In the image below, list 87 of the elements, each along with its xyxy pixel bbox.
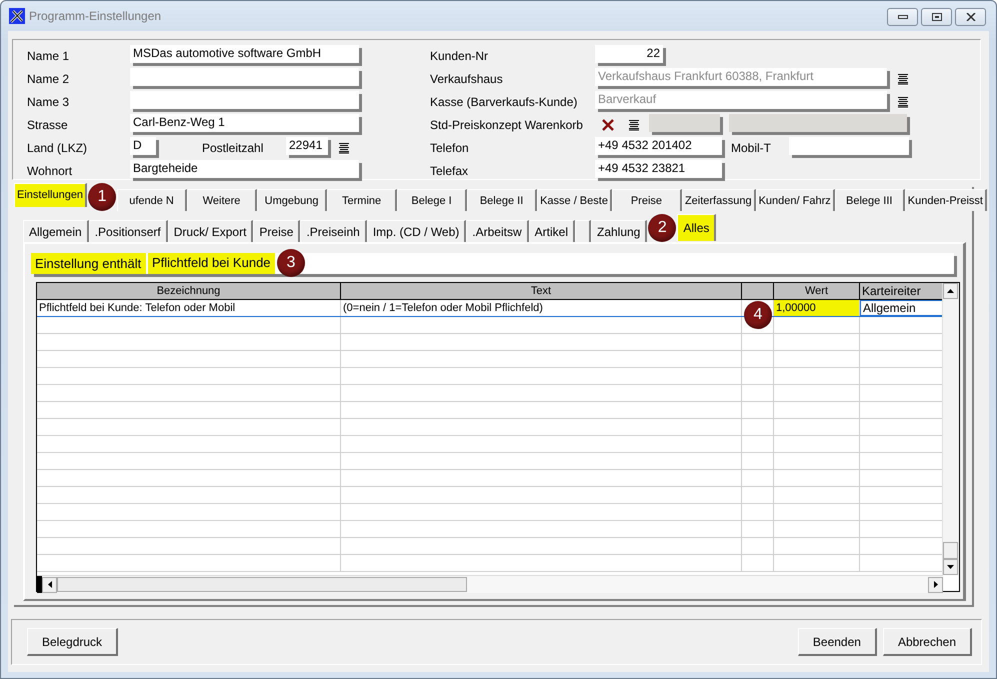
tab[interactable]: Kunden-Preisst (904, 189, 987, 211)
list-icon[interactable] (897, 96, 909, 108)
tab[interactable]: Preise (612, 189, 682, 211)
field-label: Std-Preiskonzept Warenkorb (430, 118, 584, 132)
restore-icon (932, 13, 942, 21)
list-icon[interactable] (338, 142, 350, 154)
tab[interactable]: .Positionserf (88, 220, 168, 242)
minimize-icon (898, 15, 908, 19)
input-field[interactable]: +49 4532 201402 (595, 137, 722, 155)
dialog-button[interactable]: Abbrechen (882, 628, 972, 656)
column-header[interactable]: Bezeichnung (37, 283, 341, 299)
tab[interactable]: Weitere (187, 189, 258, 211)
field-label: Telefon (430, 140, 470, 154)
dialog-button[interactable]: Beenden (798, 628, 877, 656)
field-label: Telefax (430, 164, 470, 178)
input-field[interactable] (729, 114, 907, 132)
input-field[interactable]: Bargteheide (130, 160, 359, 178)
input-field[interactable]: MSDas automotive software GmbH (130, 45, 359, 63)
field-label: Kunden-Nr (430, 48, 490, 62)
tab[interactable]: Einstellungen (14, 183, 88, 207)
tab[interactable]: Allgemein (23, 220, 89, 242)
tools-icon (9, 8, 25, 24)
vertical-scrollbar[interactable] (942, 283, 959, 575)
tab[interactable]: Zahlung (590, 220, 648, 242)
field-label: Name 3 (27, 94, 70, 108)
tab[interactable]: Imp. (CD / Web) (366, 220, 466, 242)
table-cell: (0=nein / 1=Telefon oder Mobil Pflichfeld) (341, 300, 742, 316)
tab[interactable]: Preise (253, 220, 300, 242)
callout-badge: 1 (88, 183, 116, 211)
list-icon[interactable] (897, 72, 909, 84)
window-title: Programm-Einstellungen (29, 9, 162, 23)
close-icon (966, 13, 976, 21)
scroll-down-icon[interactable] (947, 565, 954, 569)
close-button[interactable] (955, 8, 986, 26)
input-field[interactable]: 22 (595, 45, 663, 63)
horizontal-scrollbar[interactable] (37, 575, 943, 593)
tab[interactable]: Alles (677, 214, 716, 241)
input-field[interactable] (130, 91, 359, 109)
field-label: Mobil-T (731, 140, 772, 154)
field-label: Name 1 (27, 48, 70, 62)
tab[interactable]: Artikel (528, 220, 575, 242)
tab[interactable]: Belege I (397, 189, 468, 211)
tab[interactable]: Zeiterfassung (682, 189, 756, 211)
callout-badge: 4 (744, 301, 772, 329)
tab[interactable]: Umgebung (257, 189, 328, 211)
minimize-button[interactable] (887, 8, 918, 26)
field-label: Verkaufshaus (430, 72, 504, 86)
column-header[interactable]: Wert (774, 283, 860, 299)
tab[interactable]: Druck/ Export (168, 220, 254, 242)
column-header[interactable]: Text (341, 283, 742, 299)
scroll-up-icon[interactable] (947, 289, 954, 293)
dialog-button[interactable]: Belegdruck (27, 628, 118, 656)
tab[interactable]: Kasse / Beste (537, 189, 612, 211)
scroll-right-icon[interactable] (934, 581, 938, 588)
input-field[interactable] (130, 68, 359, 86)
tab[interactable]: Belege II (467, 189, 538, 211)
field-label: Kasse (Barverkaufs-Kunde) (430, 94, 578, 108)
table-cell[interactable]: Allgemein (860, 300, 942, 316)
input-field[interactable]: +49 4532 23821 (595, 160, 722, 178)
table-cell: Pflichtfeld bei Kunde: Telefon oder Mobil (37, 300, 341, 316)
table-cell: 1,00000 (774, 300, 860, 316)
maximize-button[interactable] (921, 8, 952, 26)
tab[interactable] (574, 220, 591, 242)
field-label: Wohnort (27, 164, 74, 178)
input-field[interactable]: Carl-Benz-Weg 1 (130, 114, 359, 132)
tab[interactable]: ufende N (117, 189, 188, 211)
delete-icon[interactable] (602, 118, 614, 130)
callout-badge: 3 (277, 249, 305, 277)
tab[interactable]: Termine (327, 189, 398, 211)
field-label: Land (LKZ) (27, 140, 88, 154)
callout-badge: 2 (648, 214, 676, 242)
input-field[interactable] (789, 137, 909, 155)
tab[interactable]: .Arbeitsw (466, 220, 529, 242)
field-label: Postleitzahl (202, 140, 264, 154)
scroll-thumb[interactable] (943, 542, 958, 559)
filter-value: Pflichtfeld bei Kunde (148, 253, 275, 274)
scroll-thumb[interactable] (57, 577, 467, 592)
filter-label: Einstellung enthält (31, 253, 146, 274)
field-label: Strasse (27, 118, 69, 132)
field-label: Name 2 (27, 72, 70, 86)
input-field[interactable]: D (130, 137, 156, 155)
scroll-left-icon[interactable] (48, 581, 52, 588)
input-field[interactable]: 22941 (286, 137, 328, 155)
tab[interactable]: Kunden/ Fahrz (756, 189, 835, 211)
tab[interactable]: .Preiseinh (300, 220, 367, 242)
tab[interactable]: Belege III (834, 189, 905, 211)
list-icon[interactable] (628, 118, 640, 130)
